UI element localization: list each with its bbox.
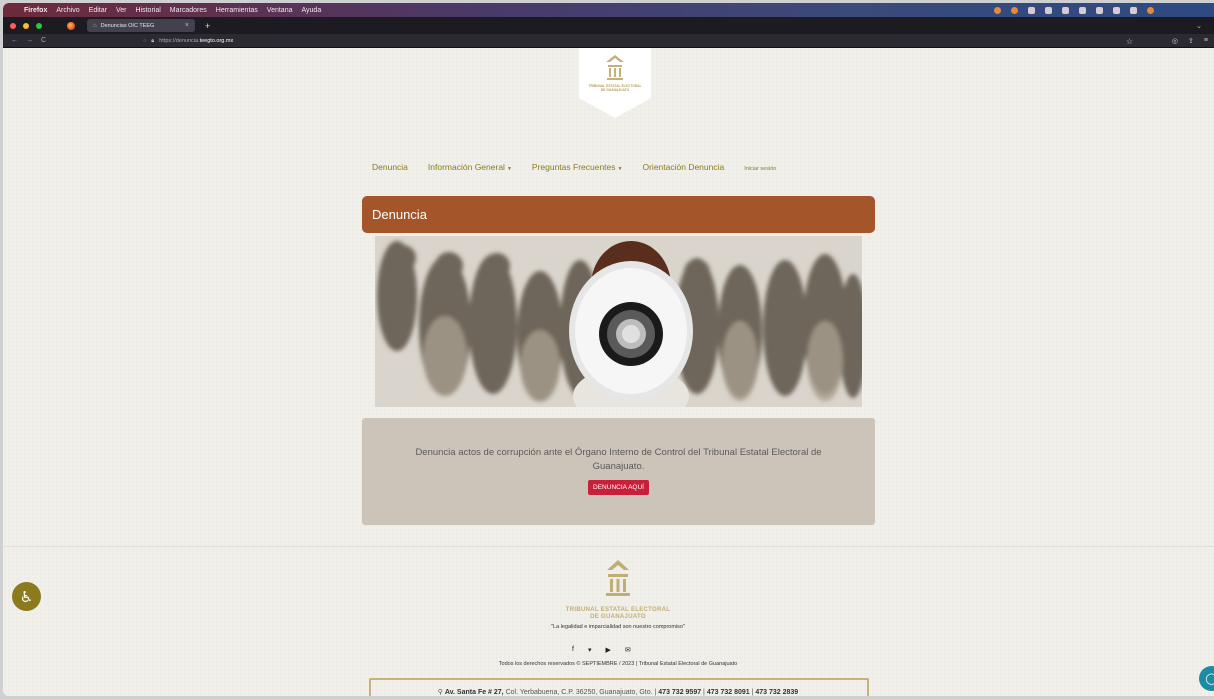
- copyright-text: Todos los derechos reservados © SEPTIEMB…: [498, 661, 738, 667]
- info-box: Denuncia actos de corrupción ante el Órg…: [362, 418, 875, 525]
- nav-orientacion-denuncia[interactable]: Orientación Denuncia: [642, 162, 724, 172]
- nav-informacion-general[interactable]: Información General ▼: [428, 162, 512, 172]
- youtube-icon[interactable]: ▶: [605, 646, 610, 654]
- menubar-item[interactable]: Ventana: [267, 7, 293, 14]
- main-nav: Denuncia Información General ▼ Preguntas …: [372, 162, 776, 172]
- status-icon[interactable]: [1045, 6, 1052, 14]
- siri-icon[interactable]: [1147, 6, 1154, 14]
- minimize-window-icon[interactable]: [23, 22, 29, 29]
- menubar-app-name[interactable]: Firefox: [24, 7, 47, 14]
- pocket-icon[interactable]: ◎: [1172, 37, 1178, 45]
- toolbar-right: ◎ ⇪ ≡: [1172, 37, 1208, 45]
- footer-address: ⚲ Av. Santa Fe # 27, Col. Yerbabuena, C.…: [437, 689, 799, 696]
- twitter-icon[interactable]: ▾: [588, 646, 592, 654]
- status-icon[interactable]: [1011, 6, 1018, 14]
- menubar-item[interactable]: Marcadores: [170, 7, 207, 14]
- tab-favicon-icon: ⌂: [93, 22, 97, 29]
- chat-icon[interactable]: ◯: [1199, 666, 1214, 691]
- footer-logo: [598, 554, 638, 604]
- menu-icon[interactable]: ≡: [1204, 37, 1208, 45]
- menubar-item[interactable]: Historial: [136, 7, 161, 14]
- new-tab-icon[interactable]: +: [205, 21, 210, 31]
- caret-down-icon: ▼: [506, 166, 512, 172]
- tab-title: Denuncias OIC TEEG: [100, 22, 155, 29]
- shield-icon[interactable]: ◌: [143, 38, 146, 44]
- browser-tab-active[interactable]: ⌂ Denuncias OIC TEEG ×: [87, 19, 195, 32]
- footer-motto: "La legalidad e imparcialidad son nuestr…: [551, 624, 685, 630]
- nav-denuncia[interactable]: Denuncia: [372, 162, 408, 172]
- facebook-icon[interactable]: f: [572, 646, 574, 654]
- forward-icon[interactable]: →: [26, 37, 33, 44]
- info-text: Denuncia actos de corrupción ante el Órg…: [415, 447, 822, 472]
- logo-text: DE GUANAJUATO: [600, 88, 630, 92]
- control-center-icon[interactable]: [1130, 6, 1137, 14]
- menubar-status-icons: [994, 6, 1214, 14]
- site-logo[interactable]: TRIBUNAL ESTATAL ELECTORAL DE GUANAJUATO: [579, 48, 651, 118]
- bookmark-star-icon[interactable]: ☆: [1126, 37, 1133, 46]
- menubar-item[interactable]: Archivo: [56, 7, 79, 14]
- status-icon[interactable]: [1062, 6, 1069, 14]
- menubar-item[interactable]: Herramientas: [216, 7, 258, 14]
- status-icon[interactable]: [994, 6, 1001, 14]
- nav-login[interactable]: Iniciar sesión: [744, 166, 776, 172]
- footer-org-name: TRIBUNAL ESTATAL ELECTORAL DE GUANAJUATO: [565, 607, 671, 620]
- lock-icon[interactable]: 🔒︎: [151, 38, 154, 45]
- url-text: https://denuncia.teegto.org.mx: [159, 38, 234, 44]
- zoom-window-icon[interactable]: [36, 22, 42, 29]
- firefox-view-icon[interactable]: [67, 21, 75, 30]
- browser-navbar: ← → C ◌ 🔒︎ https://denuncia.teegto.org.m…: [3, 34, 1214, 48]
- hero-image: [375, 236, 862, 407]
- browser-window: Firefox Archivo Editar Ver Historial Mar…: [3, 3, 1214, 696]
- bluetooth-icon[interactable]: [1079, 6, 1086, 14]
- close-window-icon[interactable]: [10, 22, 16, 29]
- mail-icon[interactable]: ✉: [625, 646, 631, 654]
- menubar-item[interactable]: Ver: [116, 7, 127, 14]
- status-icon[interactable]: [1028, 6, 1035, 14]
- card-title: Denuncia: [362, 196, 875, 233]
- footer-divider: [3, 546, 1214, 547]
- menubar-item[interactable]: Ayuda: [301, 7, 321, 14]
- back-icon[interactable]: ←: [11, 37, 18, 44]
- nav-preguntas-frecuentes[interactable]: Preguntas Frecuentes ▼: [532, 162, 623, 172]
- menubar-item[interactable]: Editar: [89, 7, 107, 14]
- share-icon[interactable]: ⇪: [1188, 37, 1194, 45]
- location-icon: ⚲: [437, 689, 443, 696]
- denuncia-aqui-button[interactable]: DENUNCIA AQUÍ: [588, 480, 649, 495]
- close-tab-icon[interactable]: ×: [185, 22, 189, 29]
- wifi-icon[interactable]: [1096, 6, 1103, 14]
- os-menubar: Firefox Archivo Editar Ver Historial Mar…: [3, 3, 1214, 17]
- reload-icon[interactable]: C: [41, 37, 46, 44]
- accessibility-icon[interactable]: ♿︎: [12, 582, 41, 611]
- search-icon[interactable]: [1113, 6, 1120, 14]
- caret-down-icon: ▼: [617, 166, 623, 172]
- social-links: f ▾ ▶ ✉: [572, 646, 631, 654]
- url-bar[interactable]: ◌ 🔒︎ https://denuncia.teegto.org.mx ☆: [143, 36, 1133, 47]
- web-page: TRIBUNAL ESTATAL ELECTORAL DE GUANAJUATO…: [3, 48, 1214, 696]
- list-tabs-icon[interactable]: ⌄: [1196, 22, 1214, 30]
- browser-tabbar: ⌂ Denuncias OIC TEEG × + ⌄: [3, 17, 1214, 34]
